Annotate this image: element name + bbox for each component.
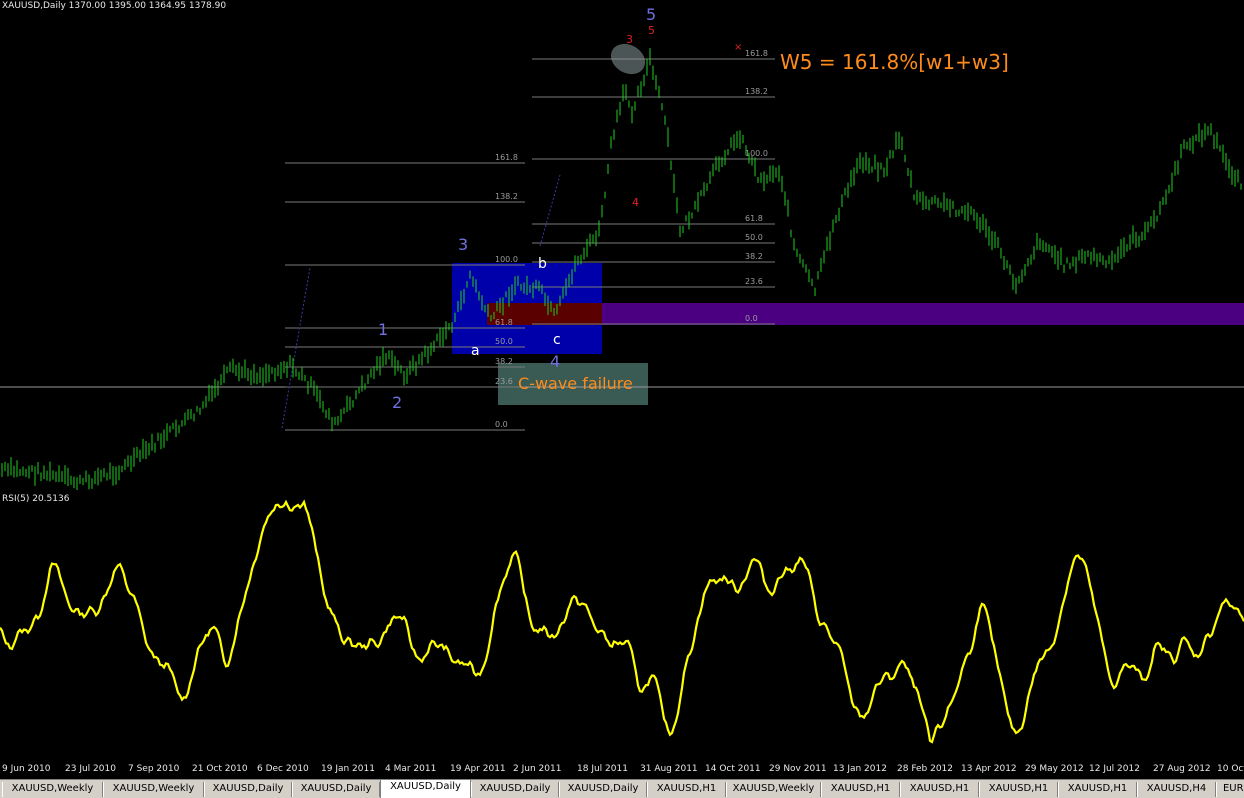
- tab-xauusd-daily-4[interactable]: XAUUSD,Daily: [380, 780, 471, 798]
- time-axis-label: 12 Jul 2012: [1089, 764, 1140, 774]
- fib-right-label-7: 0.0: [745, 314, 758, 323]
- trendline-dotted-1: [281, 267, 311, 429]
- wave-label-b: b: [538, 256, 547, 272]
- fib-right-label-2: 100.0: [745, 149, 768, 158]
- price-chart-panel[interactable]: 161.8 138.2 100.0 61.8 50.0 38.2 23.6 0.0 161.8…: [0, 0, 1244, 493]
- fib-left-label-0: 161.8: [495, 153, 518, 162]
- tab-xauusd-h1-12[interactable]: XAUUSD,H1: [1058, 782, 1137, 797]
- tab-xauusd-h1-10[interactable]: XAUUSD,H1: [900, 782, 979, 797]
- tab-xauusd-h1-7[interactable]: XAUUSD,H1: [647, 782, 726, 797]
- subwave-label-3: 3: [626, 33, 633, 46]
- fib-right-label-5: 38.2: [745, 252, 763, 261]
- wave-label-c: c: [553, 332, 561, 348]
- time-axis-label: 6 Dec 2010: [257, 764, 309, 774]
- time-axis-label: 28 Feb 2012: [897, 764, 954, 774]
- tab-xauusd-weekly-1[interactable]: XAUUSD,Weekly: [103, 782, 204, 797]
- time-axis-label: 31 Aug 2011: [640, 764, 698, 774]
- fib-left-label-1: 138.2: [495, 192, 518, 201]
- time-axis-label: 18 Jul 2011: [577, 764, 628, 774]
- time-axis-label: 19 Apr 2011: [450, 764, 506, 774]
- chart-tabs-bar: XAUUSD,Weekly XAUUSD,Weekly XAUUSD,Daily XA…: [0, 779, 1244, 798]
- fib-left-label-7: 0.0: [495, 420, 508, 429]
- wave-label-1: 1: [378, 320, 389, 339]
- tab-xauusd-h4-13[interactable]: XAUUSD,H4: [1137, 782, 1216, 797]
- tab-xauusd-daily-3[interactable]: XAUUSD,Daily: [292, 782, 380, 797]
- time-axis-label: 21 Oct 2010: [192, 764, 248, 774]
- fib-left-label-4: 50.0: [495, 337, 513, 346]
- time-axis-label: 19 Jan 2011: [321, 764, 375, 774]
- fib-left-label-6: 23.6: [495, 377, 513, 386]
- rsi-canvas: [0, 499, 1244, 744]
- fib-right-label-4: 50.0: [745, 233, 763, 242]
- support-zone-purple: [602, 303, 1244, 325]
- chart-header: XAUUSD,Daily 1370.00 1395.00 1364.95 137…: [2, 1, 227, 11]
- close-marker-icon[interactable]: ×: [734, 42, 742, 53]
- fib-left-label-3: 61.8: [495, 318, 513, 327]
- subwave-label-4: 4: [632, 196, 639, 209]
- tab-eurusd-m5-14[interactable]: EURUSD,M5: [1216, 782, 1244, 797]
- wave-label-5: 5: [646, 5, 657, 24]
- time-axis-label: 9 Jun 2010: [2, 764, 51, 774]
- time-axis-label: 4 Mar 2011: [385, 764, 437, 774]
- tab-xauusd-h1-9[interactable]: XAUUSD,H1: [821, 782, 900, 797]
- fib-right-label-6: 23.6: [745, 277, 763, 286]
- fib-right-label-3: 61.8: [745, 214, 763, 223]
- time-axis-label: 10 Oct: [1217, 764, 1244, 774]
- rsi-header: RSI(5) 20.5136: [2, 494, 70, 504]
- subwave-label-5: 5: [648, 24, 655, 37]
- trendline-dotted-2: [539, 174, 561, 247]
- w5-rule-label: W5 = 161.8%[w1+w3]: [780, 50, 1009, 74]
- time-axis-label: 29 Nov 2011: [769, 764, 827, 774]
- tab-xauusd-daily-2[interactable]: XAUUSD,Daily: [204, 782, 292, 797]
- wave-label-3: 3: [458, 235, 469, 254]
- time-axis-label: 14 Oct 2011: [705, 764, 761, 774]
- time-axis-label: 27 Aug 2012: [1153, 764, 1211, 774]
- time-axis-label: 2 Jun 2011: [513, 764, 562, 774]
- time-axis-label: 13 Jan 2012: [833, 764, 887, 774]
- c-wave-failure-label: C-wave failure: [518, 374, 633, 393]
- price-chart-canvas: 161.8138.2100.061.850.038.223.60.0 161.8…: [0, 42, 1244, 493]
- tab-xauusd-weekly-0[interactable]: XAUUSD,Weekly: [2, 782, 103, 797]
- fib-left-label-2: 100.0: [495, 255, 518, 264]
- rsi-line: [0, 499, 1244, 744]
- wave-label-a: a: [471, 343, 480, 359]
- fib-left-label-5: 38.2: [495, 357, 513, 366]
- price-series: [1, 48, 1242, 493]
- tab-xauusd-weekly-8[interactable]: XAUUSD,Weekly: [726, 782, 821, 797]
- fib-right-label-0: 161.8: [745, 49, 768, 58]
- wave-label-4: 4: [550, 352, 561, 371]
- tab-xauusd-daily-6[interactable]: XAUUSD,Daily: [559, 782, 647, 797]
- time-axis-label: 29 May 2012: [1025, 764, 1084, 774]
- tab-xauusd-daily-5[interactable]: XAUUSD,Daily: [471, 782, 559, 797]
- tab-xauusd-h1-11[interactable]: XAUUSD,H1: [979, 782, 1058, 797]
- time-axis-label: 7 Sep 2010: [128, 764, 180, 774]
- rsi-indicator-panel[interactable]: [0, 490, 1244, 760]
- wave-label-2: 2: [392, 393, 403, 412]
- fib-right-label-1: 138.2: [745, 87, 768, 96]
- time-axis-label: 23 Jul 2010: [65, 764, 116, 774]
- time-axis-label: 13 Apr 2012: [961, 764, 1017, 774]
